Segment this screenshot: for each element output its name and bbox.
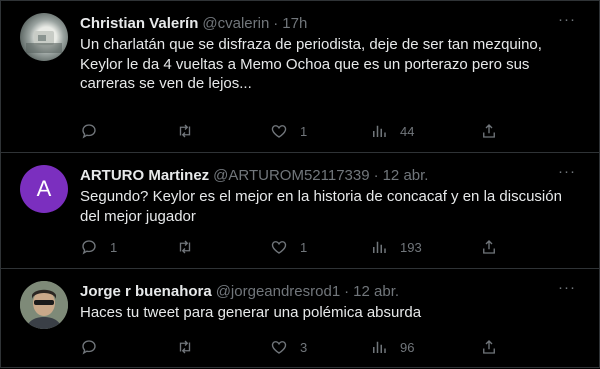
more-icon[interactable]: ··· <box>557 12 577 33</box>
reply-button[interactable] <box>80 337 110 357</box>
like-count: 1 <box>300 239 308 255</box>
author-handle[interactable]: @jorgeandresrod1 <box>216 283 340 300</box>
view-count: 44 <box>400 123 415 139</box>
like-count: 3 <box>300 339 308 355</box>
reply-icon <box>82 240 96 255</box>
author-name[interactable]: Jorge r buenahora <box>80 283 212 300</box>
like-icon <box>271 341 287 354</box>
view-count: 193 <box>400 239 422 255</box>
like-button[interactable]: 3 <box>270 337 307 357</box>
retweet-button[interactable] <box>176 121 206 141</box>
like-count: 1 <box>300 123 308 139</box>
share-icon <box>483 124 495 138</box>
separator: · <box>373 166 379 184</box>
tweet-actions: 3 96 <box>80 337 520 357</box>
share-button[interactable] <box>480 237 498 257</box>
separator: · <box>273 14 279 32</box>
views-icon <box>373 241 386 253</box>
timestamp[interactable]: 12 abr. <box>353 283 399 300</box>
reply-icon <box>82 124 96 139</box>
like-button[interactable]: 1 <box>270 121 307 141</box>
views-button[interactable]: 96 <box>370 337 414 357</box>
views-icon <box>373 341 386 353</box>
retweet-button[interactable] <box>176 237 206 257</box>
avatar[interactable]: A <box>20 165 68 213</box>
reply-count: 1 <box>110 239 118 255</box>
reply-button[interactable]: 1 <box>80 237 117 257</box>
retweet-button[interactable] <box>176 337 206 357</box>
avatar-photo-icon <box>26 31 62 53</box>
author-name[interactable]: ARTURO Martinez <box>80 167 209 184</box>
like-icon <box>271 125 287 138</box>
timeline: Christian Valerín @cvalerin · 17h ··· Un… <box>0 0 600 368</box>
tweet-cvalerin[interactable]: Christian Valerín @cvalerin · 17h ··· Un… <box>1 1 600 153</box>
share-button[interactable] <box>480 337 498 357</box>
avatar[interactable] <box>20 281 68 329</box>
share-icon <box>483 240 495 254</box>
avatar-person-icon <box>20 281 68 329</box>
separator: · <box>344 282 350 300</box>
retweet-icon <box>179 240 191 254</box>
reply-button[interactable] <box>80 121 110 141</box>
author-handle[interactable]: @ARTUROM52117339 <box>213 167 369 184</box>
share-icon <box>483 340 495 354</box>
tweet-arturom[interactable]: A ARTURO Martinez @ARTUROM52117339 · 12 … <box>1 153 600 269</box>
tweet-actions: 1 1 193 <box>80 237 520 257</box>
share-button[interactable] <box>480 121 498 141</box>
more-icon[interactable]: ··· <box>557 164 577 185</box>
views-button[interactable]: 193 <box>370 237 422 257</box>
timestamp[interactable]: 17h <box>282 15 307 32</box>
author-name[interactable]: Christian Valerín <box>80 15 198 32</box>
view-count: 96 <box>400 339 415 355</box>
retweet-icon <box>179 124 191 138</box>
views-button[interactable]: 44 <box>370 121 414 141</box>
tweet-actions: 1 44 <box>80 121 520 141</box>
tweet-text: Un charlatán que se disfraza de periodis… <box>80 36 542 92</box>
like-button[interactable]: 1 <box>270 237 307 257</box>
more-icon[interactable]: ··· <box>557 280 577 301</box>
timestamp[interactable]: 12 abr. <box>383 167 429 184</box>
retweet-icon <box>179 340 191 354</box>
views-icon <box>373 125 386 137</box>
author-handle[interactable]: @cvalerin <box>202 15 269 32</box>
avatar[interactable] <box>20 13 68 61</box>
tweet-text: Segundo? Keylor es el mejor en la histor… <box>80 188 562 225</box>
tweet-text: Haces tu tweet para generar una polémica… <box>80 304 422 321</box>
tweet-jorgeandresrod1[interactable]: Jorge r buenahora @jorgeandresrod1 · 12 … <box>1 269 600 369</box>
like-icon <box>271 241 287 254</box>
reply-icon <box>82 340 96 355</box>
